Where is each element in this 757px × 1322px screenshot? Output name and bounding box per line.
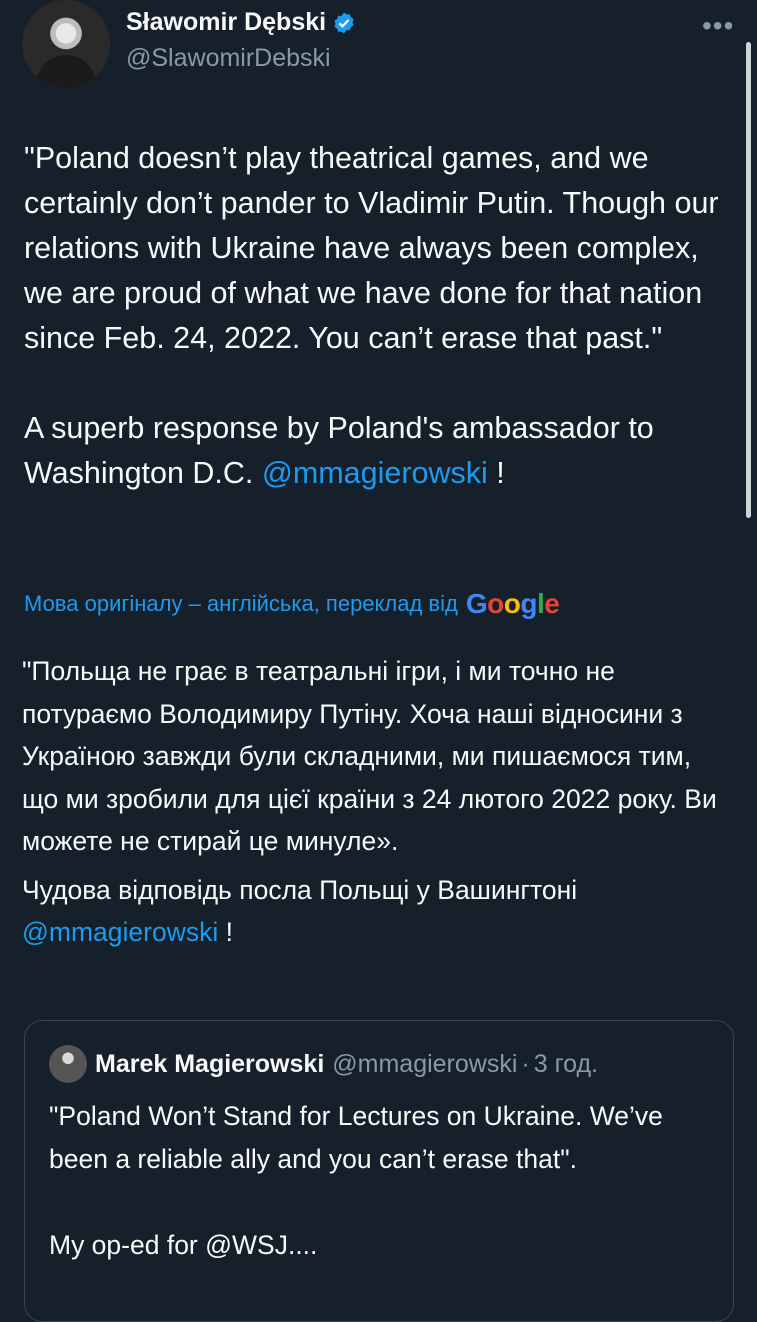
tweet-body: "Poland doesn’t play theatrical games, a… [24,141,719,490]
quoted-separator: · [521,1049,530,1078]
translated-paragraph-2-end: ! [218,917,233,947]
quoted-timestamp: 3 год. [533,1049,599,1078]
translated-paragraph-1: "Польща не грає в театральні ігри, і ми … [22,656,725,856]
author-avatar[interactable] [22,0,110,88]
translated-paragraph-2: Чудова відповідь посла Польщі у Вашингто… [22,869,734,954]
quoted-author-name: Marek Magierowski [95,1049,325,1078]
quoted-tweet[interactable]: Marek Magierowski @mmagierowski · 3 год.… [24,1020,734,1322]
quoted-tweet-header: Marek Magierowski @mmagierowski · 3 год. [49,1045,598,1083]
tweet-text: "Poland doesn’t play theatrical games, a… [24,136,736,496]
tweet-header: Sławomir Dębski @SlawomirDebski ••• [22,0,742,90]
author-name-row: Sławomir Dębski [126,8,356,37]
translated-text: "Польща не грає в театральні ігри, і ми … [22,650,734,954]
translation-attribution[interactable]: Мова оригіналу – англійська, переклад ві… [24,588,560,620]
tweet-text-end: ! [487,456,505,490]
google-logo-icon: Google [465,588,560,619]
more-dots-icon[interactable]: ••• [702,10,734,42]
translation-label: Мова оригіналу – англійська, переклад ві… [24,591,458,616]
verified-badge-icon [334,12,354,33]
quoted-author-handle: @mmagierowski [332,1049,518,1078]
translated-paragraph-2-text: Чудова відповідь посла Польщі у Вашингто… [22,874,585,905]
author-handle[interactable]: @SlawomirDebski [126,44,331,73]
author-name[interactable]: Sławomir Dębski [126,8,326,37]
quoted-author-avatar [49,1045,87,1083]
tweet-mention-link[interactable]: @mmagierowski [262,456,488,490]
scrollbar[interactable] [746,42,751,518]
quoted-tweet-text: "Poland Won’t Stand for Lectures on Ukra… [49,1101,663,1260]
translated-mention-link[interactable]: @mmagierowski [22,917,218,947]
